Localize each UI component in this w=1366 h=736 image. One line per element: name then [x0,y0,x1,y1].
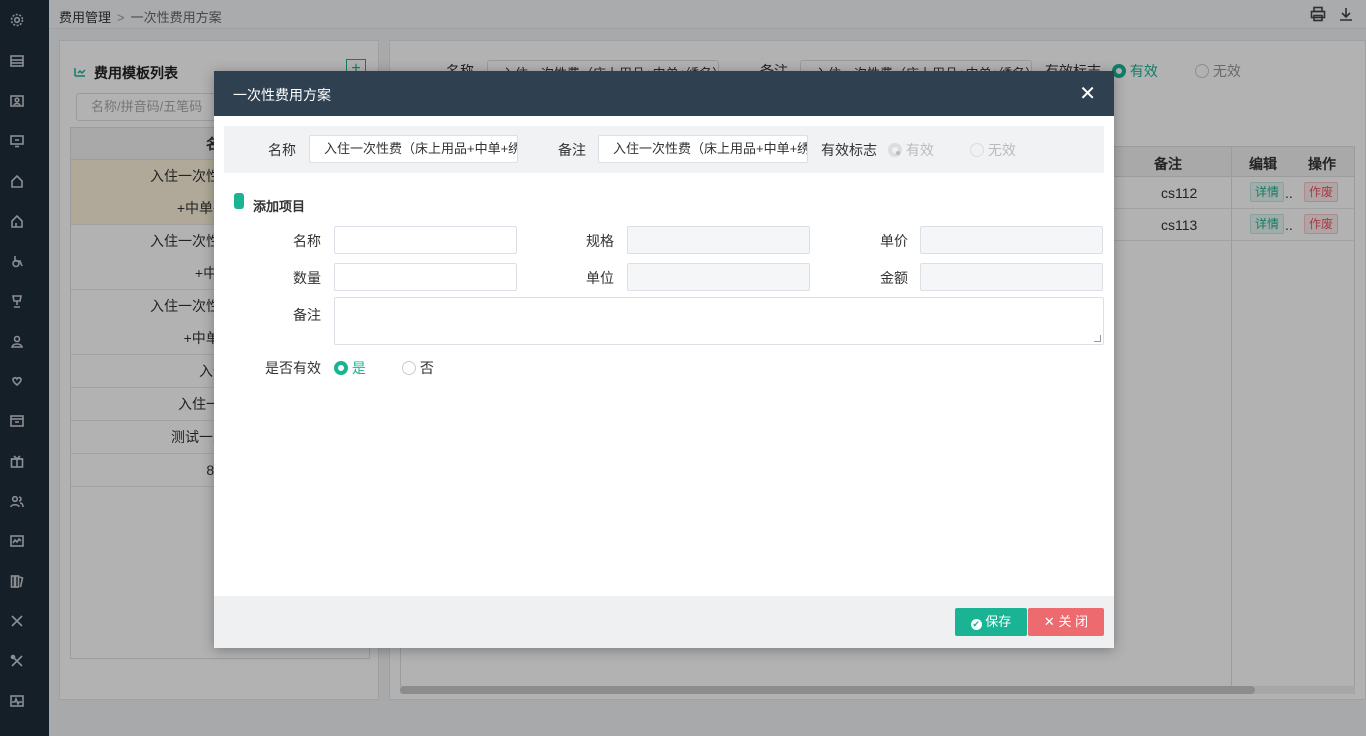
dialog-title: 一次性费用方案 [233,87,331,103]
item-qty-label: 数量 [293,270,321,286]
close-x-icon: ✕ [1043,614,1055,629]
plan-flag-label: 有效标志 [821,142,877,158]
valid-no-label: 否 [419,360,434,376]
item-amount-input[interactable] [920,263,1103,291]
save-label: 保存 [985,614,1012,629]
item-note-label: 备注 [293,307,321,323]
item-amount-label: 金额 [880,270,908,286]
plan-name-input[interactable]: 入住一次性费（床上用品+中单+绣 [309,135,518,163]
plan-note-label: 备注 [558,142,586,158]
item-qty-input[interactable] [334,263,517,291]
item-name-input[interactable] [334,226,517,254]
valid-yes-label: 是 [351,360,366,376]
item-unit-input[interactable] [627,263,810,291]
close-button[interactable]: ✕ 关 闭 [1028,608,1104,636]
close-icon[interactable]: ✕ [1079,81,1096,106]
plan-valid-label: 有效 [905,142,934,158]
item-unit-label: 单位 [586,270,614,286]
valid-yes-radio[interactable]: 是 [334,358,366,378]
plan-valid-radio: 有效 [888,140,934,160]
check-circle-icon: ✔ [970,619,982,630]
radio-yes[interactable] [334,361,348,375]
item-price-label: 单价 [880,233,908,249]
radio-invalid-disabled [970,143,984,157]
plan-invalid-radio: 无效 [970,140,1016,160]
save-button[interactable]: ✔ 保存 [955,608,1027,636]
close-label: 关 闭 [1058,614,1089,629]
radio-no[interactable] [402,361,416,375]
item-note-textarea[interactable] [334,297,1104,345]
valid-no-radio[interactable]: 否 [402,358,434,378]
item-name-label: 名称 [293,233,321,249]
plan-invalid-label: 无效 [987,142,1016,158]
item-price-input[interactable] [920,226,1103,254]
dialog-header: 一次性费用方案 ✕ [214,71,1114,116]
plan-note-input[interactable]: 入住一次性费（床上用品+中单+绣 [598,135,808,163]
item-valid-label: 是否有效 [265,360,321,376]
section-title: 添加项目 [253,199,306,214]
fee-plan-dialog: 一次性费用方案 ✕ 名称 入住一次性费（床上用品+中单+绣 备注 入住一次性费（… [214,71,1114,648]
item-spec-input[interactable] [627,226,810,254]
plan-summary-bar: 名称 入住一次性费（床上用品+中单+绣 备注 入住一次性费（床上用品+中单+绣 … [224,126,1104,173]
radio-valid-disabled [888,143,902,157]
item-spec-label: 规格 [586,233,614,249]
dialog-footer: ✔ 保存 ✕ 关 闭 [214,596,1114,648]
section-marker [234,193,244,209]
plan-name-label: 名称 [268,142,296,158]
